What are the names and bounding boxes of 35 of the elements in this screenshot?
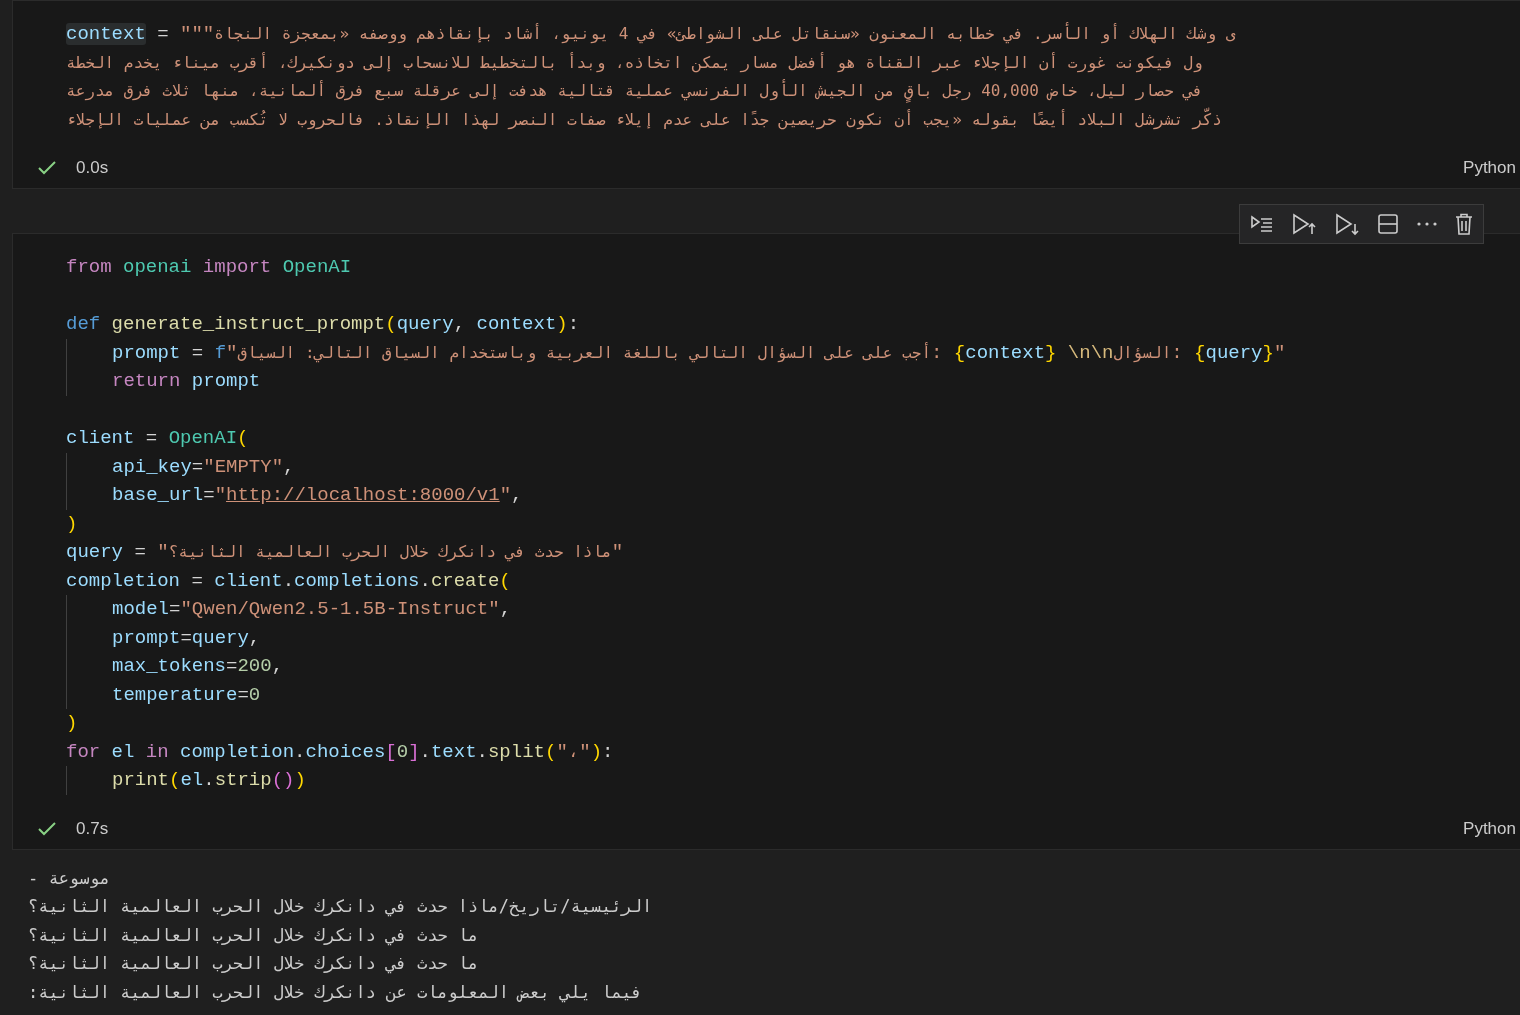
language-label[interactable]: Python — [1463, 155, 1516, 181]
code-line: prompt=query, — [112, 625, 261, 651]
code-line: model="Qwen/Qwen2.5-1.5B-Instruct", — [112, 597, 512, 622]
run-below-icon[interactable] — [1334, 212, 1360, 236]
code-cell[interactable] — [12, 0, 1520, 189]
code-line: print(el.strip()) — [112, 768, 306, 793]
output-line: فيما يلي بعض المعلومات عن دانكرك خلال الحرب العالمية الثانية: — [28, 980, 643, 1005]
output-line: ما حدث في دانكرك خلال الحرب العالمية الثانية؟ — [28, 952, 479, 976]
code-line: client = OpenAI( — [66, 426, 249, 451]
code-line: return prompt — [112, 369, 261, 394]
code-line: base_url="http://localhost:8000/v1", — [112, 483, 523, 508]
code-line: max_tokens=200, — [112, 654, 284, 679]
run-above-icon[interactable] — [1291, 212, 1317, 236]
output-line: الرئيسية/تاريخ/ماذا حدث في دانكرك خلال الحرب العالمية الثانية؟ — [28, 895, 653, 919]
code-line: ذكّر تشرشل البلاد أيضًا بقوله «يجب أن نكون حريصين جدًا على عدم إيلاء صفات النصر لهذا الإنقاذ. فالحروب لا تُكسب من عمليات الإجلاء — [66, 106, 1222, 132]
code-cell[interactable] — [12, 233, 1520, 850]
code-line: ول فيكونت غورت أن الإجلاء عبر القناة هو أفضل مسار يمكن اتخاذه، وبدأ بالتخطيط للانسحاب إلى دونكيرك، أقرب ميناء يخدم الخطة — [66, 51, 1203, 75]
trash-icon[interactable] — [1455, 213, 1473, 235]
code-line: ) — [66, 511, 78, 537]
output-line: ما حدث في دانكرك خلال الحرب العالمية الثانية؟ — [28, 923, 479, 948]
execution-time: 0.0s — [76, 157, 109, 180]
code-line: completion = client.completions.create( — [66, 568, 511, 594]
code-line: def generate_instruct_prompt(query, context): — [66, 312, 580, 337]
code-line: في حصار ليل، خاض 40,000 رجل باقٍ من الجيش الأول الفرنسي عملية قتالية هدفت إلى عرقلة سبع فرق ألمانية، منها ثلاث فرق مدرعة — [66, 77, 1203, 106]
output-line: موسوعة - — [28, 866, 110, 890]
execution-time: 0.7s — [76, 817, 109, 840]
code-line: temperature=0 — [112, 682, 261, 708]
split-cell-icon[interactable] — [1377, 213, 1399, 235]
code-line: ) — [66, 711, 78, 736]
run-by-line-icon[interactable] — [1250, 213, 1274, 235]
code-line: for el in completion.choices[0].text.split("،"): — [66, 739, 614, 765]
code-line: from openai import OpenAI — [66, 255, 352, 280]
code-line: api_key="EMPTY", — [112, 454, 295, 480]
language-label[interactable]: Python — [1463, 815, 1516, 842]
more-icon[interactable] — [1416, 221, 1438, 227]
